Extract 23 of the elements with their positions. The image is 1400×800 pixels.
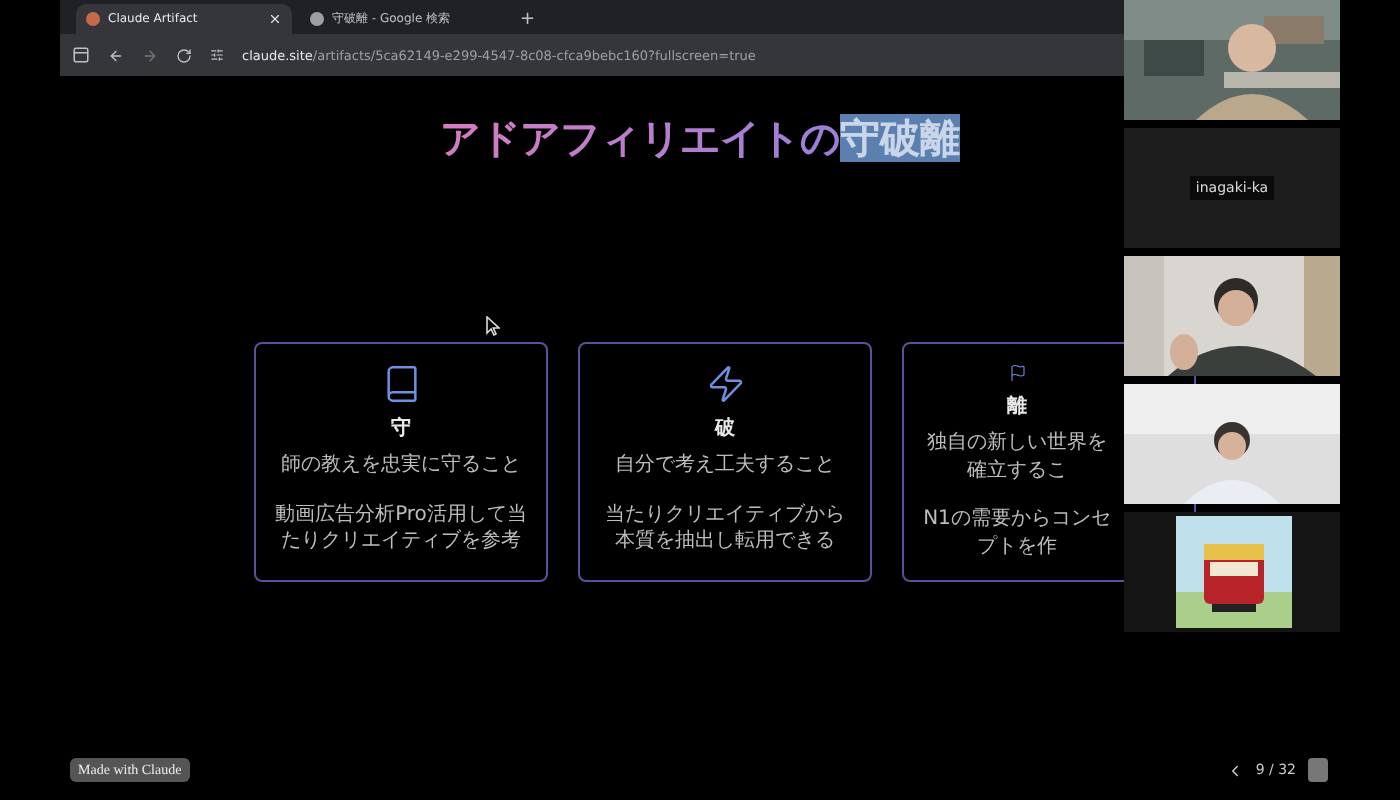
mouse-cursor-icon [486, 316, 500, 336]
card-description: 自分で考え工夫すること [615, 452, 835, 479]
close-icon[interactable] [268, 12, 282, 26]
card-example: N1の需要からコンセプトを作 [921, 506, 1113, 560]
card-example: 当たりクリエイティブから本質を抽出し転用できる [603, 501, 847, 555]
slide-title: アドアフィリエイトの守破離 [440, 112, 960, 166]
next-button[interactable] [1308, 758, 1328, 782]
reload-icon[interactable] [176, 47, 192, 63]
card-title: 守 [391, 414, 411, 442]
card-description: 独自の新しい世界を確立するこ [925, 430, 1109, 484]
card-title: 離 [1007, 393, 1027, 420]
site-settings-icon[interactable] [210, 48, 224, 62]
card-example: 動画広告分析Pro活用して当たりクリエイティブを参考 [273, 501, 529, 555]
forward-icon[interactable] [142, 47, 158, 63]
favicon-icon [310, 12, 324, 26]
lightning-icon [705, 364, 745, 404]
book-icon [381, 364, 421, 404]
tab-panel-icon[interactable] [72, 46, 90, 64]
card-description: 師の教えを忠実に守ること [281, 452, 521, 479]
back-icon[interactable] [108, 47, 124, 63]
card-title: 破 [715, 415, 735, 442]
favicon-icon [86, 12, 100, 26]
new-tab-button[interactable]: + [508, 10, 548, 34]
